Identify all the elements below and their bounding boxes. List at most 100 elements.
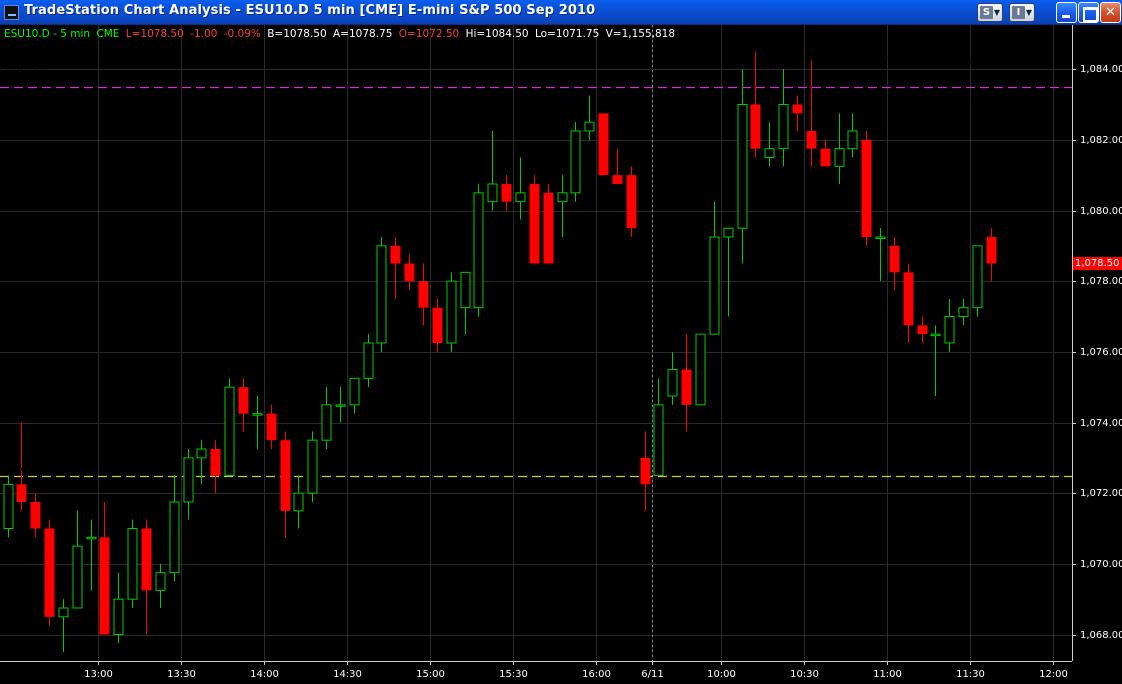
candle	[390, 237, 401, 299]
candle	[737, 69, 748, 264]
candle-body	[709, 236, 720, 335]
price-tick-label: 1,076.00	[1080, 346, 1122, 358]
low-readout: Lo=1071.75	[534, 28, 600, 40]
candle-body	[473, 192, 484, 309]
candle-body	[280, 440, 291, 511]
candle-body	[86, 536, 97, 540]
candle-body	[210, 449, 221, 476]
time-tick-label: 10:00	[707, 669, 736, 680]
candle	[847, 113, 858, 158]
candle	[917, 316, 928, 343]
minimize-button[interactable]	[1056, 2, 1077, 23]
close-icon: ✕	[1105, 5, 1116, 20]
yesterday-high-annotation: Yesterday's High	[903, 90, 1003, 104]
candle	[612, 148, 623, 184]
candle-body	[349, 377, 360, 406]
candle	[806, 60, 817, 167]
candle	[709, 201, 720, 335]
candle	[349, 377, 360, 414]
candle-body	[653, 404, 664, 477]
axis-layer	[0, 25, 1076, 665]
candle	[99, 502, 110, 635]
price-tick-label: 1,068.00	[1080, 629, 1122, 641]
candle-body	[737, 104, 748, 229]
candle-body	[363, 342, 374, 379]
candle	[72, 510, 83, 609]
candle	[723, 227, 734, 317]
chart-plot-area[interactable]: ESU10.D - 5 min CME L=1078.50 -1.00 -0.0…	[0, 25, 1122, 684]
maximize-button[interactable]	[1078, 2, 1099, 23]
symbol-info-bar: ESU10.D - 5 min CME L=1078.50 -1.00 -0.0…	[4, 28, 678, 41]
candle-body	[58, 607, 69, 618]
candle-body	[806, 131, 817, 149]
candle	[224, 378, 235, 476]
candle	[626, 166, 637, 237]
candle	[501, 175, 512, 211]
candle	[155, 563, 166, 608]
symbol-link-selector-button[interactable]: S ▼	[977, 3, 1003, 22]
candle	[778, 69, 789, 167]
candle	[293, 475, 304, 529]
candle-body	[917, 325, 928, 335]
candle-body	[875, 236, 886, 239]
ask-readout: A=1078.75	[332, 28, 393, 40]
candle-body	[889, 245, 900, 273]
candle-body	[626, 175, 637, 229]
candle-body	[113, 598, 124, 636]
time-tick-label: 13:30	[167, 669, 196, 680]
open-price-tag: 1072.50	[4, 467, 46, 478]
candle-body	[667, 369, 678, 397]
candle	[3, 475, 14, 538]
exchange-label: CME	[96, 28, 120, 40]
candle	[543, 184, 554, 264]
candle	[640, 431, 651, 511]
candle	[958, 298, 969, 326]
candle	[820, 139, 831, 167]
volume-readout: V=1,155,818	[605, 28, 676, 40]
candle-body	[834, 148, 845, 167]
candle-body	[778, 104, 789, 150]
candle	[460, 271, 471, 335]
candle-body	[446, 280, 457, 344]
time-tick-label: 10:30	[790, 669, 819, 680]
candle	[113, 572, 124, 644]
candle	[280, 431, 291, 538]
candle	[750, 51, 761, 158]
candle-body	[335, 404, 346, 407]
candle-body	[238, 387, 249, 414]
candlestick-chart[interactable]	[0, 25, 1122, 684]
time-tick-label: 6/11	[641, 669, 664, 680]
window-title-bar[interactable]: TradeStation Chart Analysis - ESU10.D 5 …	[0, 0, 1122, 25]
candle	[875, 228, 886, 282]
candle	[432, 298, 443, 352]
candle	[252, 396, 263, 449]
candle-body	[460, 271, 471, 309]
candle-body	[792, 104, 803, 114]
interval-link-selector-button[interactable]: I ▼	[1009, 3, 1035, 22]
candle-body	[972, 245, 983, 309]
candle-body	[183, 457, 194, 503]
candle	[141, 519, 152, 635]
candle-body	[376, 245, 387, 344]
candle	[321, 387, 332, 449]
app-chart-icon[interactable]	[4, 5, 19, 20]
candle	[183, 449, 194, 520]
candle	[653, 378, 664, 477]
candle	[86, 519, 97, 591]
time-tick-label: 11:30	[956, 669, 985, 680]
candle-body	[723, 227, 734, 238]
candle	[307, 431, 318, 502]
percent-change-readout: -0.09%	[223, 28, 261, 40]
candle-body	[390, 245, 401, 264]
candle-body	[598, 113, 609, 176]
close-button[interactable]: ✕	[1100, 2, 1121, 23]
candle-body	[557, 192, 568, 203]
candle	[210, 440, 221, 494]
candle-body	[903, 272, 914, 326]
interval-link-letter: I	[1012, 6, 1025, 19]
price-tick-label: 1,074.00	[1080, 417, 1122, 429]
time-tick-label: 15:30	[499, 669, 528, 680]
candle-body	[529, 184, 540, 264]
candle	[598, 113, 609, 176]
candle	[473, 184, 484, 317]
